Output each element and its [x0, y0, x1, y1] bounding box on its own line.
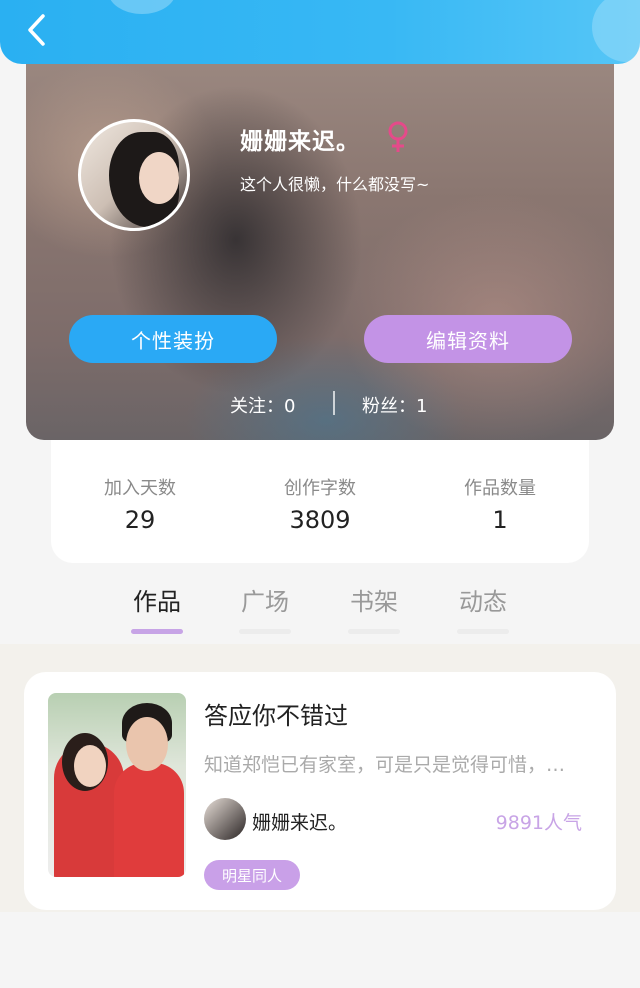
- tab-label: 作品: [133, 588, 181, 616]
- popularity-count: 9891人气: [495, 812, 582, 834]
- tab-works[interactable]: 作品: [122, 582, 192, 634]
- tab-label: 动态: [459, 588, 507, 616]
- tab-bar: 作品 广场 书架 动态: [0, 576, 640, 642]
- edit-profile-button[interactable]: 编辑资料: [364, 315, 572, 363]
- stat-value: 3809: [289, 506, 351, 534]
- back-button[interactable]: [18, 12, 54, 48]
- stats-card: 加入天数 29 创作字数 3809 作品数量 1: [51, 440, 589, 563]
- work-description: 知道郑恺已有家室，可是只是觉得可惜，…: [204, 754, 566, 776]
- category-tag[interactable]: 明星同人: [204, 860, 300, 890]
- work-title[interactable]: 答应你不错过: [204, 696, 348, 731]
- work-cover-image[interactable]: [48, 693, 186, 877]
- cover-figure: [114, 763, 184, 877]
- tab-bookshelf[interactable]: 书架: [339, 582, 409, 634]
- profile-card: 姗姗来迟。 这个人很懒，什么都没写~ 个性装扮 编辑资料 关注：0 粉丝：1: [26, 40, 614, 440]
- stat-label: 创作字数: [284, 478, 356, 499]
- female-icon: [388, 121, 408, 152]
- author-avatar[interactable]: [204, 798, 246, 840]
- tab-indicator: [239, 629, 291, 634]
- decorative-bubble: [592, 0, 640, 62]
- stat-join-days: 加入天数 29: [70, 474, 210, 534]
- fans-count[interactable]: 粉丝：1: [362, 392, 427, 418]
- work-card[interactable]: 答应你不错过 知道郑恺已有家室，可是只是觉得可惜，… 姗姗来迟。 9891人气 …: [24, 672, 616, 910]
- tab-indicator: [131, 629, 183, 634]
- follow-stats: 关注：0 粉丝：1: [26, 390, 614, 418]
- stat-label: 加入天数: [104, 478, 176, 499]
- tab-indicator: [457, 629, 509, 634]
- tab-activity[interactable]: 动态: [448, 582, 518, 634]
- cover-figure: [74, 745, 106, 787]
- bio: 这个人很懒，什么都没写~: [240, 175, 430, 194]
- author-name[interactable]: 姗姗来迟。: [252, 808, 347, 835]
- stat-word-count: 创作字数 3809: [250, 474, 390, 534]
- stat-value: 1: [492, 506, 508, 534]
- dressup-button[interactable]: 个性装扮: [69, 315, 277, 363]
- stat-value: 29: [124, 506, 156, 534]
- username: 姗姗来迟。: [240, 129, 360, 155]
- stat-label: 作品数量: [464, 478, 536, 499]
- following-count[interactable]: 关注：0: [230, 392, 295, 418]
- tab-square[interactable]: 广场: [230, 582, 300, 634]
- decorative-bubble: [108, 0, 176, 14]
- chevron-left-icon: [28, 14, 45, 46]
- divider: [333, 391, 335, 415]
- avatar[interactable]: [78, 119, 190, 231]
- avatar-face: [139, 152, 179, 204]
- tab-label: 广场: [241, 588, 289, 616]
- stat-works-count: 作品数量 1: [430, 474, 570, 534]
- tab-indicator: [348, 629, 400, 634]
- top-bar: [0, 0, 640, 64]
- tab-label: 书架: [350, 588, 398, 616]
- cover-figure: [126, 717, 168, 771]
